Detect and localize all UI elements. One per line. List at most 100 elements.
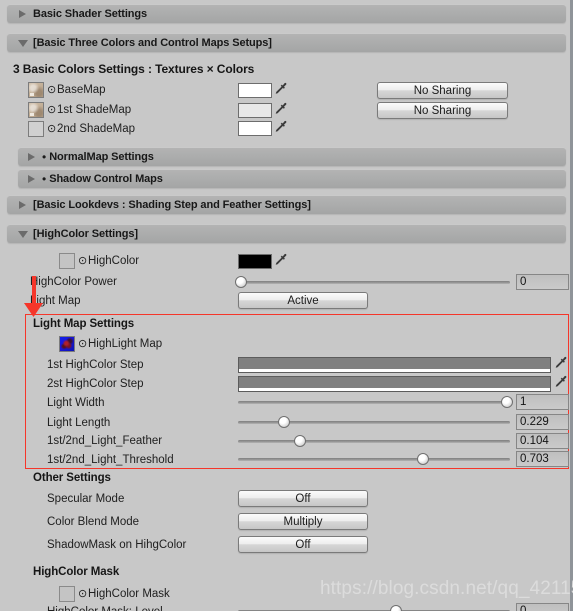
gradient-field-1st-highcolor-step[interactable] [238, 357, 551, 373]
foldout-label: [HighColor Settings] [33, 227, 138, 240]
value-field-highcolor-mask-level[interactable]: 0 [516, 603, 569, 611]
button-specular-mode[interactable]: Off [238, 490, 368, 507]
foldout-label: Shadow Control Maps [49, 172, 163, 185]
slider-light-threshold[interactable] [238, 452, 510, 466]
label-basemap: BaseMap [57, 84, 106, 96]
gradient-alpha-strip [239, 369, 550, 372]
slider-thumb[interactable] [235, 276, 247, 288]
slider-light-width[interactable] [238, 395, 513, 409]
highcolor-mask-title: HighColor Mask [33, 566, 120, 578]
object-picker-dot-highcolor-mask[interactable]: ⊙ [78, 588, 87, 601]
value-field-highcolor-power[interactable]: 0 [516, 274, 569, 290]
label-light-feather: 1st/2nd_Light_Feather [47, 435, 163, 447]
eyedropper-icon-2nd-shademap[interactable] [274, 120, 288, 135]
color-swatch [239, 104, 271, 117]
shader-inspector-panel: Basic Shader Settings [Basic Three Color… [0, 0, 573, 611]
foldout-basic-lookdevs[interactable]: [Basic Lookdevs : Shading Step and Feath… [7, 195, 566, 214]
eyedropper-icon-highcolor[interactable] [274, 253, 288, 268]
gradient-field-2st-highcolor-step[interactable] [238, 376, 551, 392]
slider-light-feather[interactable] [238, 434, 510, 448]
bullet-icon: • [42, 171, 47, 186]
label-2nd-shademap: 2nd ShadeMap [57, 123, 136, 135]
label-light-map: Light Map [30, 295, 81, 307]
slider-highcolor-mask-level[interactable] [238, 604, 510, 611]
slider-thumb[interactable] [390, 605, 402, 611]
object-picker-dot-highcolor[interactable]: ⊙ [78, 255, 87, 268]
chevron-right-icon[interactable] [26, 174, 40, 184]
foldout-label: NormalMap Settings [49, 150, 154, 163]
label-light-length: Light Length [47, 417, 111, 429]
value-field-light-length[interactable]: 0.229 [516, 414, 569, 430]
foldout-highcolor-settings[interactable]: [HighColor Settings] [7, 224, 566, 243]
label-shadowmask-on-highcolor: ShadowMask on HihgColor [47, 539, 187, 551]
eyedropper-icon-2st-highcolor-step[interactable] [554, 375, 568, 390]
color-swatch [239, 84, 271, 97]
color-field-highcolor[interactable] [238, 254, 272, 269]
object-picker-dot-highlight-map[interactable]: ⊙ [78, 338, 87, 351]
object-picker-dot-1st-shademap[interactable]: ⊙ [47, 104, 56, 117]
texture-thumb-highcolor[interactable] [59, 253, 75, 269]
label-highcolor-power: HighColor Power [30, 276, 117, 288]
label-light-threshold: 1st/2nd_Light_Threshold [47, 454, 174, 466]
button-light-map-active[interactable]: Active [238, 292, 368, 309]
chevron-down-icon[interactable] [17, 38, 31, 48]
foldout-shadow-control-maps[interactable]: • Shadow Control Maps [18, 169, 566, 188]
color-swatch [239, 122, 271, 135]
chevron-right-icon[interactable] [17, 9, 31, 19]
slider-track [238, 458, 510, 461]
texture-thumb-2nd-shademap[interactable] [28, 121, 44, 137]
label-2st-highcolor-step: 2st HighColor Step [47, 378, 144, 390]
value-field-light-width[interactable]: 1 [516, 394, 569, 410]
foldout-basic-shader-settings[interactable]: Basic Shader Settings [7, 4, 566, 23]
slider-thumb[interactable] [294, 435, 306, 447]
eyedropper-icon-1st-shademap[interactable] [274, 102, 288, 117]
bullet-icon: • [42, 149, 47, 164]
watermark-text: https://blog.csdn.net/qq_42115447 [320, 578, 573, 599]
button-no-sharing-1st-shademap[interactable]: No Sharing [377, 102, 508, 119]
label-light-width: Light Width [47, 397, 105, 409]
foldout-label: [Basic Lookdevs : Shading Step and Feath… [33, 198, 311, 211]
texture-thumb-basemap[interactable] [28, 82, 44, 98]
color-field-1st-shademap[interactable] [238, 103, 272, 118]
chevron-right-icon[interactable] [17, 200, 31, 210]
value-field-light-feather[interactable]: 0.104 [516, 433, 569, 449]
label-1st-highcolor-step: 1st HighColor Step [47, 359, 144, 371]
foldout-label: [Basic Three Colors and Control Maps Set… [33, 36, 272, 49]
label-1st-shademap: 1st ShadeMap [57, 104, 132, 116]
foldout-basic-three-colors[interactable]: [Basic Three Colors and Control Maps Set… [7, 33, 566, 52]
eyedropper-icon-basemap[interactable] [274, 82, 288, 97]
object-picker-dot-basemap[interactable]: ⊙ [47, 84, 56, 97]
button-shadowmask-on-highcolor[interactable]: Off [238, 536, 368, 553]
object-picker-dot-2nd-shademap[interactable]: ⊙ [47, 123, 56, 136]
chevron-right-icon[interactable] [26, 152, 40, 162]
eyedropper-icon-1st-highcolor-step[interactable] [554, 356, 568, 371]
foldout-label: Basic Shader Settings [33, 7, 148, 20]
color-field-2nd-shademap[interactable] [238, 121, 272, 136]
button-no-sharing-basemap[interactable]: No Sharing [377, 82, 508, 99]
texture-thumb-highcolor-mask[interactable] [59, 586, 75, 602]
label-highcolor-mask-level: HighColor Mask: Level [47, 606, 163, 611]
slider-thumb[interactable] [501, 396, 513, 408]
slider-thumb[interactable] [278, 416, 290, 428]
color-swatch [239, 255, 271, 268]
label-highlight-map: HighLight Map [88, 338, 163, 350]
label-specular-mode: Specular Mode [47, 493, 125, 505]
foldout-normalmap-settings[interactable]: • NormalMap Settings [18, 147, 566, 166]
chevron-down-icon[interactable] [17, 229, 31, 239]
texture-thumb-1st-shademap[interactable] [28, 102, 44, 118]
texture-thumb-highlight-map[interactable] [59, 336, 75, 352]
light-map-settings-title: Light Map Settings [33, 318, 135, 330]
slider-thumb[interactable] [417, 453, 429, 465]
button-color-blend-mode[interactable]: Multiply [238, 513, 368, 530]
slider-highcolor-power[interactable] [235, 275, 510, 289]
label-color-blend-mode: Color Blend Mode [47, 516, 140, 528]
color-field-basemap[interactable] [238, 83, 272, 98]
gradient-alpha-strip [239, 388, 550, 391]
slider-track [238, 401, 510, 404]
slider-track [238, 440, 510, 443]
value-field-light-threshold[interactable]: 0.703 [516, 451, 569, 467]
basic-colors-title: 3 Basic Colors Settings : Textures × Col… [13, 62, 255, 76]
label-highcolor: HighColor [88, 255, 140, 267]
other-settings-title: Other Settings [33, 472, 111, 484]
slider-light-length[interactable] [238, 415, 510, 429]
